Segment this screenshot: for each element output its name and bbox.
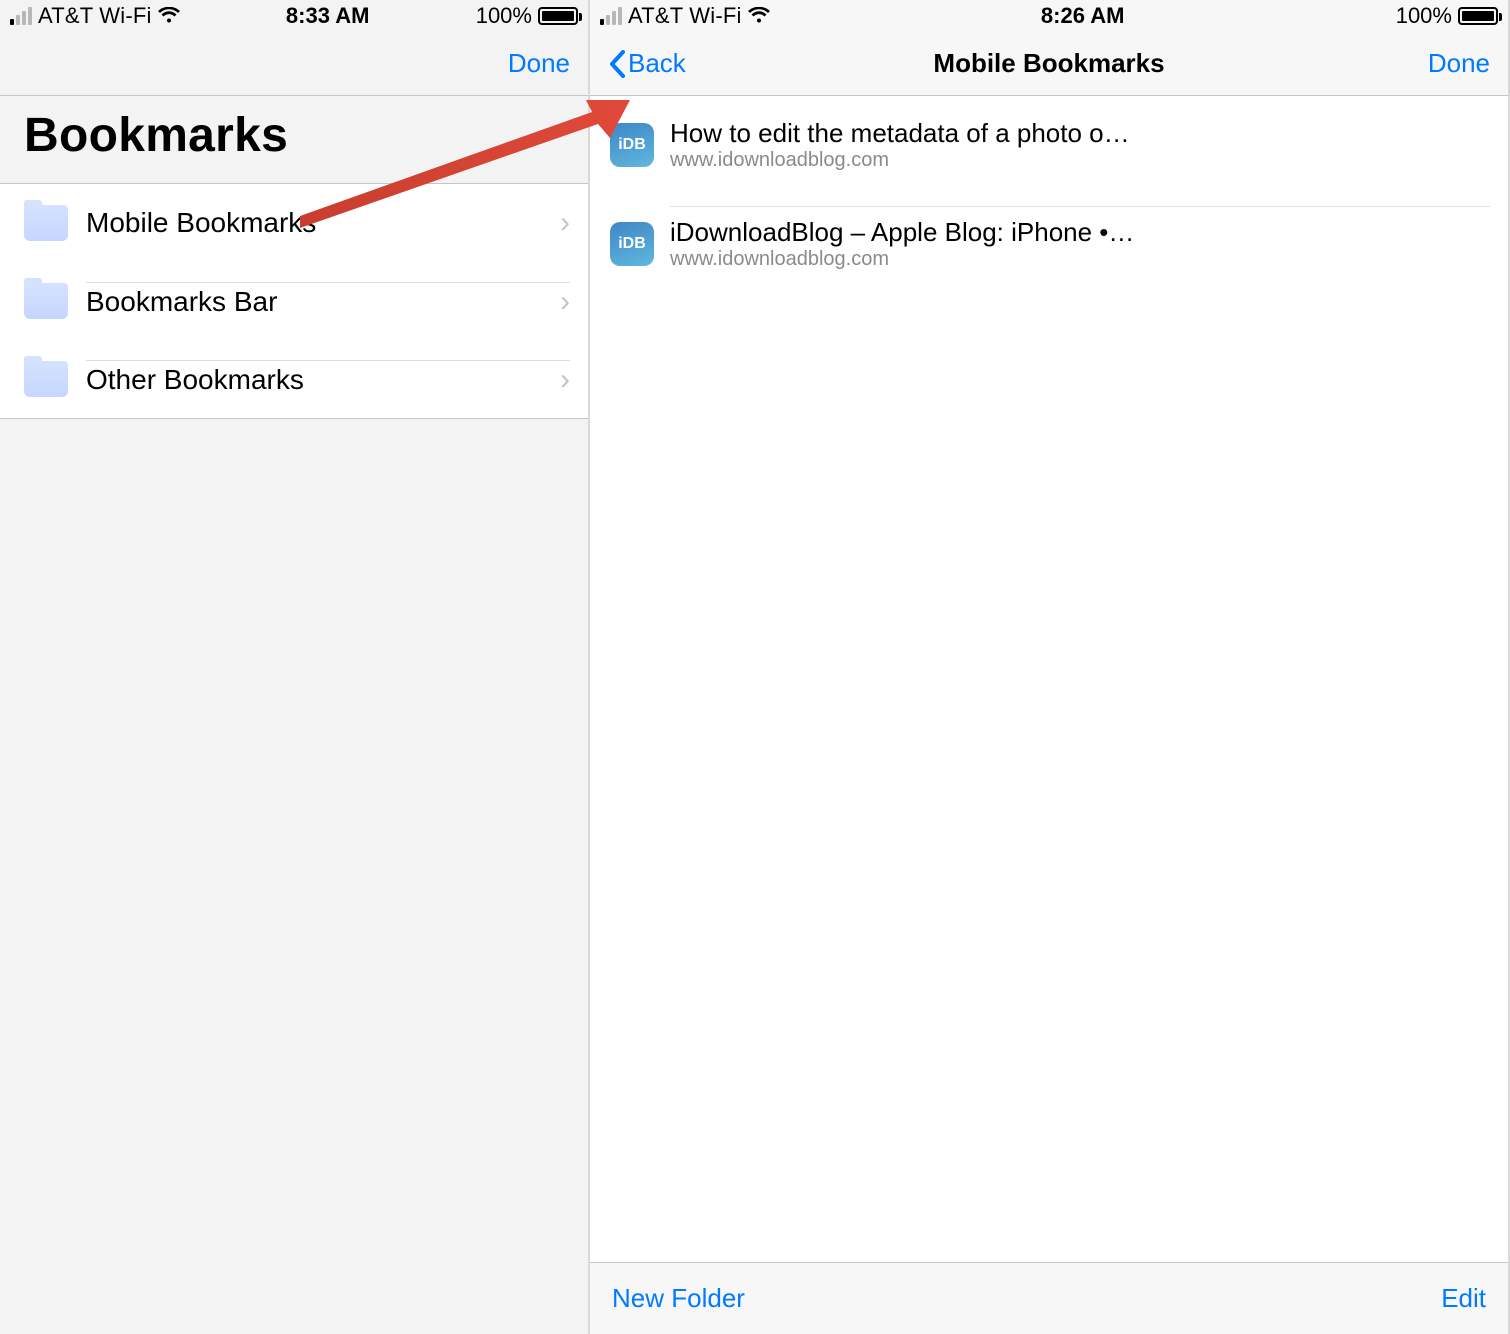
bookmark-list: iDB How to edit the metadata of a photo … [590, 96, 1508, 293]
battery-icon [538, 7, 578, 25]
done-button[interactable]: Done [480, 48, 570, 79]
bookmark-title: iDownloadBlog – Apple Blog: iPhone •… [670, 217, 1490, 248]
folder-label: Other Bookmarks [86, 364, 304, 396]
nav-bar: Done [0, 32, 588, 96]
bookmark-row[interactable]: iDB How to edit the metadata of a photo … [590, 96, 1508, 194]
cell-signal-icon [600, 7, 622, 25]
new-folder-button[interactable]: New Folder [612, 1283, 745, 1314]
folder-label: Mobile Bookmarks [86, 207, 316, 239]
clock: 8:33 AM [286, 3, 370, 29]
clock: 8:26 AM [1041, 3, 1125, 29]
folder-row[interactable]: Bookmarks Bar › [0, 262, 588, 340]
cell-signal-icon [10, 7, 32, 25]
done-button[interactable]: Done [1400, 48, 1490, 79]
folder-list: Mobile Bookmarks › Bookmarks Bar › Other… [0, 183, 588, 419]
bookmark-url: www.idownloadblog.com [670, 149, 1490, 172]
battery-icon [1458, 7, 1498, 25]
site-favicon: iDB [610, 222, 654, 266]
chevron-left-icon [608, 50, 626, 78]
status-bar: AT&T Wi-Fi 8:33 AM 100% [0, 0, 588, 32]
nav-bar: Back Mobile Bookmarks Done [590, 32, 1508, 96]
chevron-right-icon: › [560, 206, 570, 240]
carrier-label: AT&T Wi-Fi [38, 3, 152, 29]
carrier-label: AT&T Wi-Fi [628, 3, 742, 29]
wifi-icon [748, 7, 770, 25]
wifi-icon [158, 7, 180, 25]
toolbar: New Folder Edit [590, 1262, 1508, 1334]
nav-title: Mobile Bookmarks [698, 48, 1400, 79]
back-button[interactable]: Back [608, 48, 698, 79]
bookmark-title: How to edit the metadata of a photo o… [670, 118, 1490, 149]
chevron-right-icon: › [560, 285, 570, 319]
folder-label: Bookmarks Bar [86, 286, 277, 318]
battery-percent: 100% [476, 3, 532, 29]
folder-row[interactable]: Other Bookmarks › [0, 340, 588, 418]
page-title: Bookmarks [0, 96, 588, 183]
back-label: Back [628, 48, 686, 79]
battery-percent: 100% [1396, 3, 1452, 29]
folder-icon [24, 361, 68, 397]
status-bar: AT&T Wi-Fi 8:26 AM 100% [590, 0, 1508, 32]
folder-row[interactable]: Mobile Bookmarks › [0, 184, 588, 262]
bookmark-row[interactable]: iDB iDownloadBlog – Apple Blog: iPhone •… [590, 194, 1508, 293]
edit-button[interactable]: Edit [1441, 1283, 1486, 1314]
bookmark-url: www.idownloadblog.com [670, 248, 1490, 271]
folder-icon [24, 283, 68, 319]
folder-icon [24, 205, 68, 241]
chevron-right-icon: › [560, 363, 570, 397]
site-favicon: iDB [610, 123, 654, 167]
